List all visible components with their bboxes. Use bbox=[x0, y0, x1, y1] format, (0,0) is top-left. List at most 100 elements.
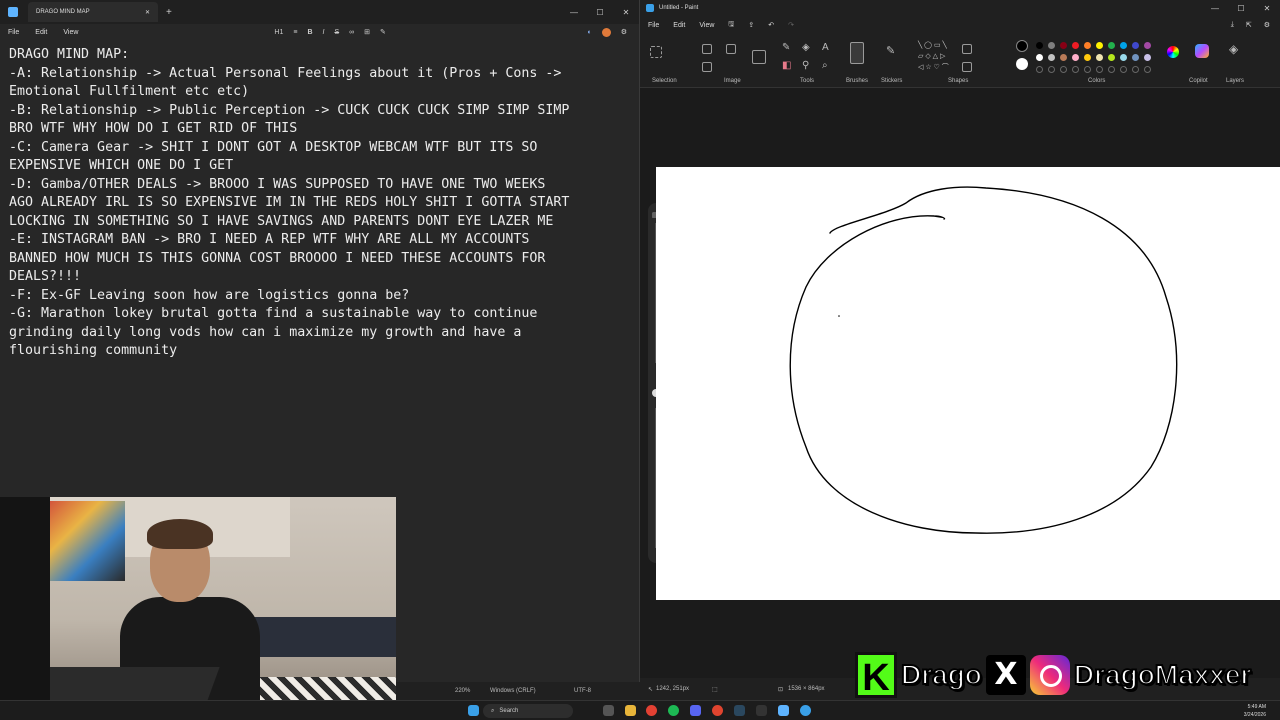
custom-color-slot[interactable] bbox=[1084, 66, 1091, 73]
menu-edit[interactable]: Edit bbox=[35, 29, 47, 36]
edit-colors-icon[interactable] bbox=[1167, 46, 1179, 58]
terminal-icon[interactable] bbox=[756, 705, 767, 716]
color-swatch[interactable] bbox=[1132, 54, 1139, 61]
custom-color-slot[interactable] bbox=[1048, 66, 1055, 73]
color-swatch[interactable] bbox=[1048, 54, 1055, 61]
paint-window-controls: — ☐ ✕ bbox=[1202, 4, 1280, 13]
save-icon[interactable]: 🖫 bbox=[728, 20, 734, 31]
search-label: Search bbox=[499, 708, 519, 714]
download-icon[interactable]: ⤓ bbox=[1231, 21, 1234, 29]
taskbar-search[interactable]: ⌕ Search bbox=[483, 704, 573, 718]
copilot-icon[interactable]: ◐ bbox=[587, 29, 591, 36]
color-swatch[interactable] bbox=[1096, 42, 1103, 49]
steam-icon[interactable] bbox=[734, 705, 745, 716]
spotify-icon[interactable] bbox=[668, 705, 679, 716]
color-swatch[interactable] bbox=[1108, 42, 1115, 49]
eraser-icon[interactable]: ◧ bbox=[782, 60, 791, 71]
menu-file[interactable]: File bbox=[648, 22, 659, 29]
share-screen-icon[interactable]: ⇱ bbox=[1246, 21, 1252, 29]
maximize-icon[interactable]: ☐ bbox=[1228, 4, 1254, 13]
clear-format-icon[interactable]: ✎ bbox=[380, 28, 386, 36]
outline-icon[interactable] bbox=[962, 44, 972, 54]
custom-color-slot[interactable] bbox=[1132, 66, 1139, 73]
strikethrough-icon[interactable]: S bbox=[334, 29, 339, 36]
color2-swatch[interactable] bbox=[1016, 58, 1028, 70]
new-tab-icon[interactable]: + bbox=[166, 7, 172, 18]
minimize-icon[interactable]: — bbox=[561, 8, 587, 17]
menu-view[interactable]: View bbox=[699, 22, 714, 29]
avatar[interactable] bbox=[601, 27, 611, 37]
table-icon[interactable]: ⊞ bbox=[364, 28, 370, 36]
copilot-icon[interactable] bbox=[1195, 44, 1209, 58]
rotate-icon[interactable] bbox=[726, 44, 736, 54]
custom-color-slot[interactable] bbox=[1096, 66, 1103, 73]
custom-color-slot[interactable] bbox=[1120, 66, 1127, 73]
start-icon[interactable] bbox=[468, 705, 479, 716]
task-view-icon[interactable] bbox=[603, 705, 614, 716]
obs-icon[interactable] bbox=[712, 705, 723, 716]
stickers-icon[interactable]: ✎ bbox=[886, 44, 895, 57]
color-swatch[interactable] bbox=[1144, 42, 1151, 49]
undo-icon[interactable]: ↶ bbox=[768, 21, 774, 29]
settings-icon[interactable]: ⚙ bbox=[1264, 21, 1270, 29]
close-icon[interactable]: ✕ bbox=[1254, 4, 1280, 13]
custom-color-slot[interactable] bbox=[1072, 66, 1079, 73]
file-explorer-icon[interactable] bbox=[625, 705, 636, 716]
selection-icon[interactable] bbox=[650, 46, 662, 58]
color-swatch[interactable] bbox=[1060, 42, 1067, 49]
menu-file[interactable]: File bbox=[8, 29, 19, 36]
notepad-tab[interactable]: DRAGO MIND MAP ✕ bbox=[28, 2, 158, 22]
color-picker-icon[interactable]: ⚲ bbox=[802, 60, 809, 71]
close-icon[interactable]: ✕ bbox=[613, 8, 639, 17]
color-swatch[interactable] bbox=[1132, 42, 1139, 49]
custom-color-slot[interactable] bbox=[1036, 66, 1043, 73]
drawing-canvas[interactable] bbox=[656, 167, 1280, 600]
shape-fill-icon[interactable] bbox=[962, 62, 972, 72]
menu-edit[interactable]: Edit bbox=[673, 22, 685, 29]
color-swatch[interactable] bbox=[1060, 54, 1067, 61]
maximize-icon[interactable]: ☐ bbox=[587, 8, 613, 17]
color-swatch[interactable] bbox=[1036, 54, 1043, 61]
custom-color-slot[interactable] bbox=[1060, 66, 1067, 73]
heading-dropdown[interactable]: H1 bbox=[274, 29, 283, 36]
fill-icon[interactable]: ◈ bbox=[802, 42, 810, 53]
text-icon[interactable]: A bbox=[822, 42, 829, 53]
custom-color-slot[interactable] bbox=[1144, 66, 1151, 73]
resize-icon[interactable] bbox=[702, 62, 712, 72]
custom-color-slot[interactable] bbox=[1108, 66, 1115, 73]
color-swatch[interactable] bbox=[1072, 42, 1079, 49]
color-swatch[interactable] bbox=[1036, 42, 1043, 49]
settings-icon[interactable]: ⚙ bbox=[621, 28, 627, 36]
brushes-icon[interactable] bbox=[850, 42, 864, 64]
discord-icon[interactable] bbox=[690, 705, 701, 716]
color-swatch[interactable] bbox=[1108, 54, 1115, 61]
redo-icon[interactable]: ↷ bbox=[788, 21, 794, 29]
list-icon[interactable]: ≡ bbox=[293, 29, 297, 36]
color-swatch[interactable] bbox=[1084, 54, 1091, 61]
pencil-icon[interactable]: ✎ bbox=[782, 42, 790, 53]
crop-icon[interactable] bbox=[702, 44, 712, 54]
color1-swatch[interactable] bbox=[1016, 40, 1028, 52]
color-swatch[interactable] bbox=[1120, 54, 1127, 61]
color-swatch[interactable] bbox=[1048, 42, 1055, 49]
notepad-document[interactable]: DRAGO MIND MAP: -A: Relationship -> Actua… bbox=[0, 40, 639, 361]
italic-icon[interactable]: I bbox=[323, 29, 325, 36]
color-swatch[interactable] bbox=[1144, 54, 1151, 61]
image-options-icon[interactable] bbox=[752, 50, 766, 64]
layers-icon[interactable]: ◈ bbox=[1229, 42, 1238, 56]
color-swatch[interactable] bbox=[1072, 54, 1079, 61]
color-swatch[interactable] bbox=[1096, 54, 1103, 61]
bold-icon[interactable]: B bbox=[307, 29, 312, 36]
notepad-taskbar-icon[interactable] bbox=[778, 705, 789, 716]
share-icon[interactable]: ⇪ bbox=[748, 21, 754, 29]
color-swatch[interactable] bbox=[1084, 42, 1091, 49]
close-tab-icon[interactable]: ✕ bbox=[145, 9, 150, 16]
color-swatch[interactable] bbox=[1120, 42, 1127, 49]
minimize-icon[interactable]: — bbox=[1202, 4, 1228, 13]
chrome-icon[interactable] bbox=[646, 705, 657, 716]
clock[interactable]: 5:49 AM 3/24/2026 bbox=[1244, 703, 1266, 719]
magnifier-icon[interactable]: ⌕ bbox=[822, 60, 828, 71]
menu-view[interactable]: View bbox=[63, 29, 78, 36]
paint-taskbar-icon[interactable] bbox=[800, 705, 811, 716]
link-icon[interactable]: ∞ bbox=[349, 29, 354, 36]
